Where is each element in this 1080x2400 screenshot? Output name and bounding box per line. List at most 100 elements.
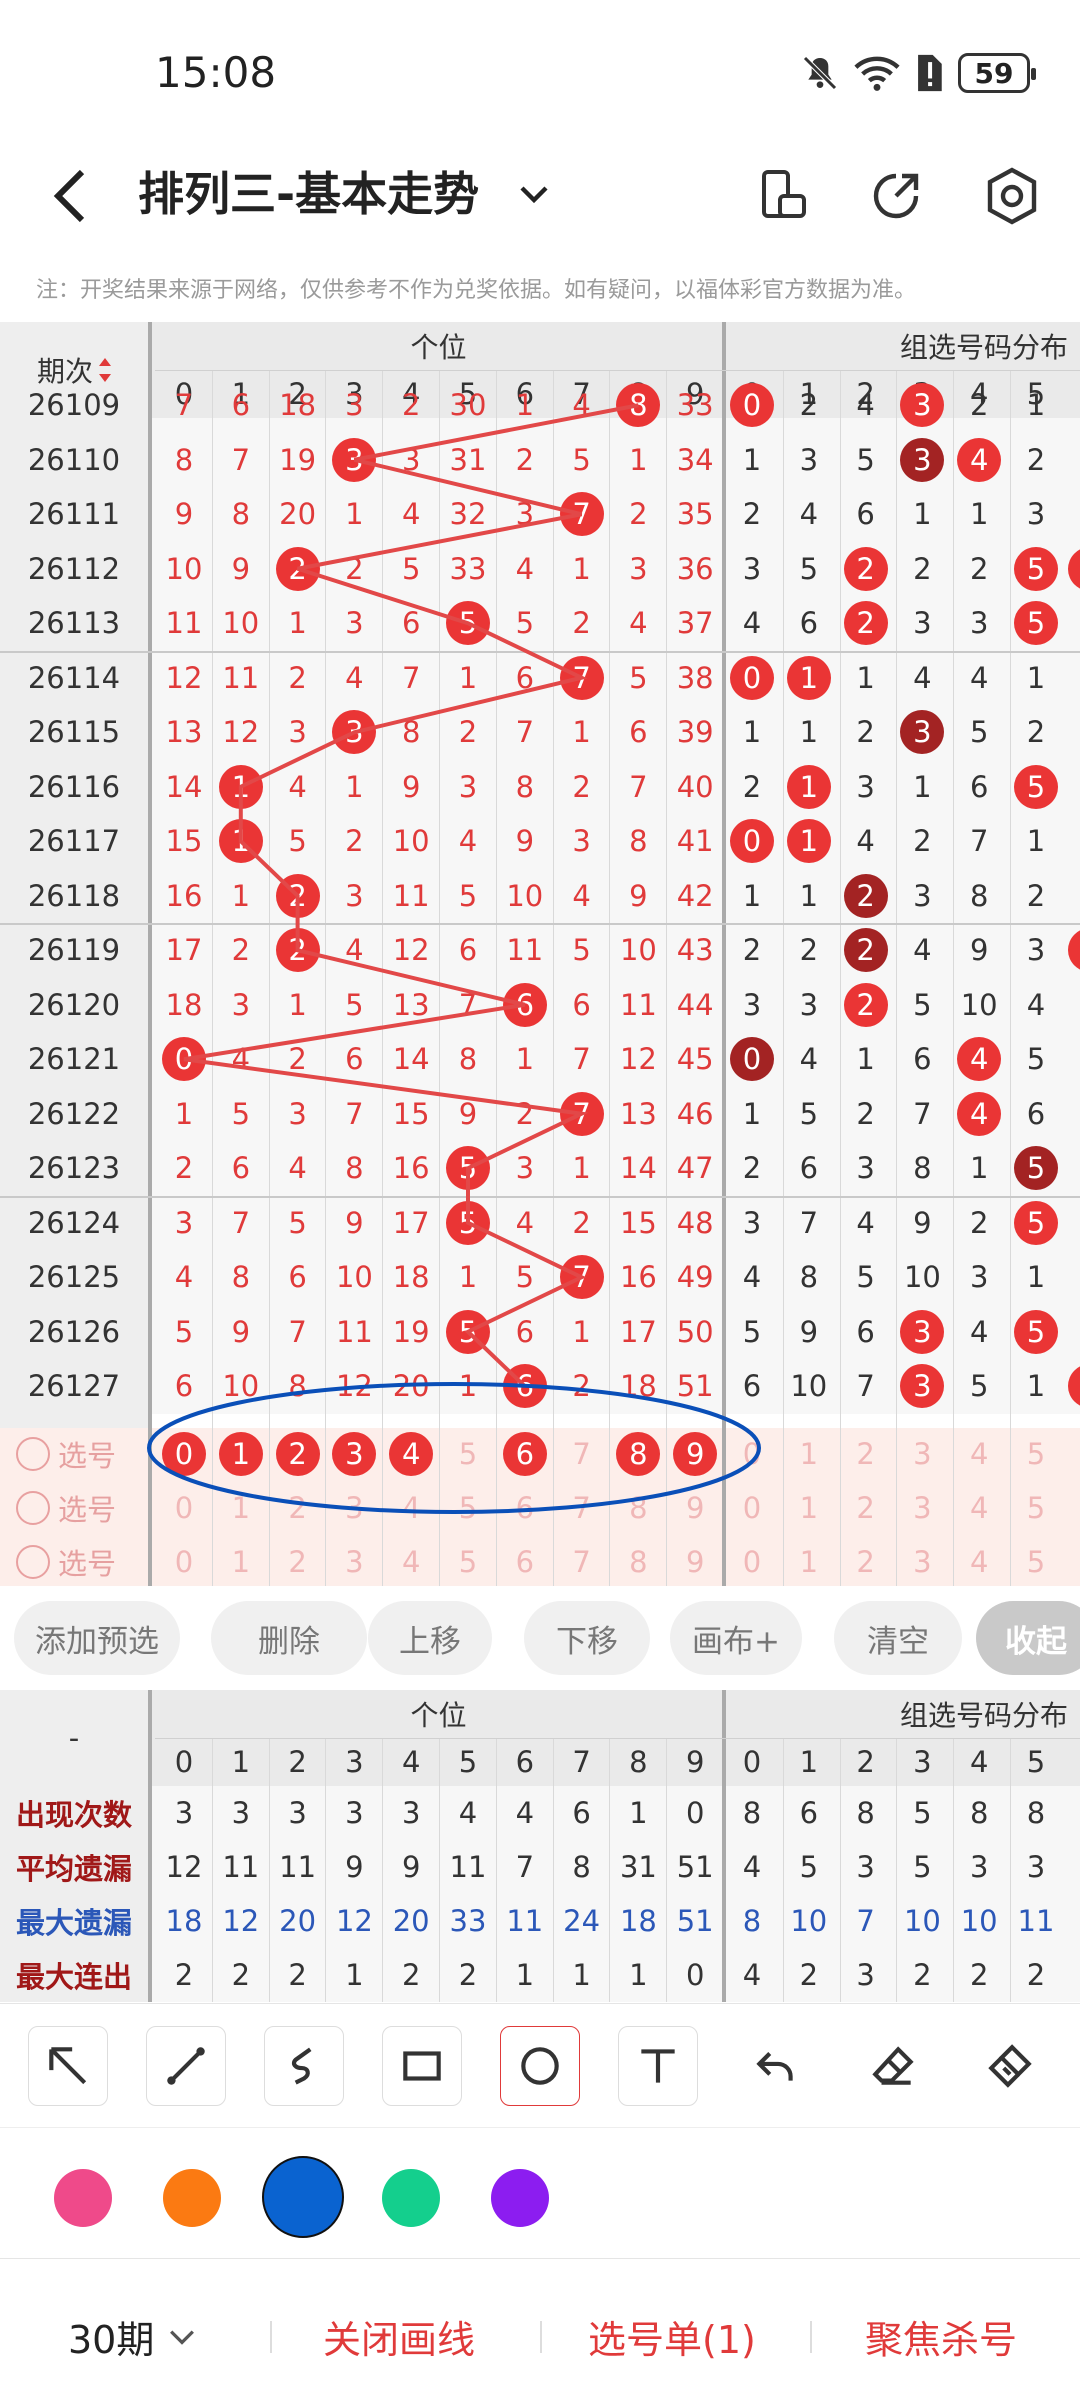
stats-table: - 个位 组选号码分布 0 1 2 3 4 5 6 7 8 9 0 1 2 3 4 5 出现次数 3 3 3 3 3 4 4 6 1 0 8… — [0, 1690, 1080, 2002]
color-pink[interactable] — [54, 2169, 112, 2227]
stats-value: 2 — [231, 1958, 251, 1992]
arrow-tool[interactable] — [28, 2026, 108, 2106]
circle-tool[interactable] — [500, 2026, 580, 2106]
stats-value: 1 — [515, 1958, 535, 1992]
stats-value: 18 — [165, 1904, 203, 1938]
group2-digit-header: 0 — [742, 1745, 762, 1779]
status-bar: 15:08 59 — [0, 0, 1080, 140]
stats-group-value: 2 — [799, 1958, 819, 1992]
stats-value: 1 — [629, 1958, 648, 1992]
undo-button[interactable] — [736, 2026, 816, 2106]
app-header: 排列三-基本走势 — [0, 140, 1080, 270]
stats-value: 11 — [279, 1850, 317, 1884]
stats-value: 3 — [401, 1796, 421, 1830]
stats-value: 12 — [222, 1904, 260, 1938]
action-button[interactable]: 画布+ — [670, 1601, 802, 1675]
color-purple[interactable] — [491, 2169, 549, 2227]
stats-value: 0 — [685, 1958, 705, 1992]
back-arrow-icon[interactable] — [48, 166, 92, 226]
stats-group-value: 3 — [969, 1850, 989, 1884]
text-tool[interactable] — [618, 2026, 698, 2106]
action-button[interactable]: 清空 — [834, 1601, 962, 1675]
stats-value: 24 — [563, 1904, 601, 1938]
freehand-tool[interactable] — [264, 2026, 344, 2106]
disclaimer-notice: 注：开奖结果来源于网络，仅供参考不作为兑奖依据。如有疑问，以福体彩官方数据为准。 — [36, 278, 917, 303]
stats-value: 4 — [458, 1796, 478, 1830]
stats-group-value: 2 — [913, 1958, 932, 1992]
stats-group-value: 8 — [969, 1796, 989, 1830]
stats-value: 2 — [174, 1958, 194, 1992]
stats-row-label: 最大遗漏 — [15, 1906, 132, 1940]
select-list-button[interactable]: 选号单(1) — [588, 2309, 756, 2364]
digit-header: 8 — [629, 1745, 648, 1779]
settings-icon[interactable] — [984, 166, 1040, 226]
stats-row-label: 平均遗漏 — [15, 1852, 132, 1886]
color-green[interactable] — [382, 2169, 440, 2227]
stats-value: 8 — [572, 1850, 591, 1884]
stats-group-value: 4 — [742, 1850, 762, 1884]
stats-group-value: 8 — [1026, 1796, 1046, 1830]
digit-header: 9 — [685, 1745, 705, 1779]
stats-value: 20 — [392, 1904, 430, 1938]
stats-group-value: 4 — [742, 1958, 762, 1992]
stats-group-value: 8 — [856, 1796, 875, 1830]
stats-value: 3 — [231, 1796, 251, 1830]
close-line-button[interactable]: 关闭画线 — [323, 2309, 475, 2364]
digit-header: 0 — [174, 1745, 194, 1779]
battery-indicator: 59 — [958, 53, 1036, 93]
stats-value: 3 — [288, 1796, 307, 1830]
stats-group-value: 5 — [913, 1850, 932, 1884]
group2-digit-header: 1 — [799, 1745, 819, 1779]
stats-value: 9 — [401, 1850, 421, 1884]
action-button[interactable]: 添加预选 — [14, 1601, 180, 1675]
drawing-toolbar — [0, 2003, 1080, 2127]
stats-value: 1 — [345, 1958, 364, 1992]
page-title[interactable]: 排列三-基本走势 — [138, 158, 479, 224]
share-icon[interactable] — [868, 168, 924, 224]
stats-value: 18 — [619, 1904, 657, 1938]
sim-alert-icon — [918, 54, 942, 92]
stats-value: 0 — [685, 1796, 705, 1830]
action-button-row: 添加预选 删除 上移 下移 画布+ 清空 收起 — [0, 1586, 1080, 1690]
orientation-icon[interactable] — [758, 168, 810, 224]
rectangle-icon — [403, 2051, 441, 2081]
color-blue-selected[interactable] — [262, 2156, 344, 2238]
squiggle-icon — [291, 2047, 312, 2085]
stats-value: 2 — [458, 1958, 478, 1992]
color-orange[interactable] — [163, 2169, 221, 2227]
group2-header: 组选号码分布 — [900, 1699, 1069, 1732]
trend-table[interactable]: 期次个位组选号码分布012345678901234526109761832301… — [0, 322, 1080, 1586]
stats-value: 9 — [345, 1850, 364, 1884]
stats-group-value: 6 — [799, 1796, 819, 1830]
period-selector[interactable]: 30期 — [68, 2309, 200, 2364]
stats-value: 1 — [629, 1796, 648, 1830]
drawn-ellipse-annotation[interactable] — [147, 1382, 761, 1514]
action-button[interactable]: 下移 — [524, 1601, 650, 1675]
eraser-button[interactable] — [854, 2026, 934, 2106]
trend-lines — [147, 403, 761, 1514]
stats-value: 33 — [449, 1904, 487, 1938]
stats-value: 11 — [222, 1850, 260, 1884]
clear-brush-button[interactable] — [970, 2026, 1050, 2106]
stats-value: 6 — [572, 1796, 591, 1830]
stats-value: 7 — [515, 1850, 535, 1884]
line-tool[interactable] — [146, 2026, 226, 2106]
rectangle-tool[interactable] — [382, 2026, 462, 2106]
group2-digit-header: 3 — [913, 1745, 932, 1779]
action-button[interactable]: 删除 — [211, 1601, 367, 1675]
action-button[interactable]: 收起 — [976, 1601, 1080, 1675]
stats-group-value: 5 — [799, 1850, 819, 1884]
digit-header: 4 — [401, 1745, 421, 1779]
stats-row-label: 最大连出 — [15, 1960, 132, 1994]
stats-group-value: 5 — [913, 1796, 932, 1830]
focus-kill-button[interactable]: 聚焦杀号 — [865, 2309, 1017, 2364]
stats-group-value: 10 — [903, 1904, 941, 1938]
stats-row-label: 出现次数 — [15, 1798, 132, 1832]
stats-value: 11 — [449, 1850, 487, 1884]
action-button[interactable]: 上移 — [368, 1601, 492, 1675]
group2-digit-header: 5 — [1026, 1745, 1046, 1779]
stats-group-value: 2 — [1026, 1958, 1046, 1992]
digit-header: 5 — [458, 1745, 478, 1779]
chevron-down-icon[interactable] — [514, 174, 554, 214]
stats-value: 20 — [279, 1904, 317, 1938]
